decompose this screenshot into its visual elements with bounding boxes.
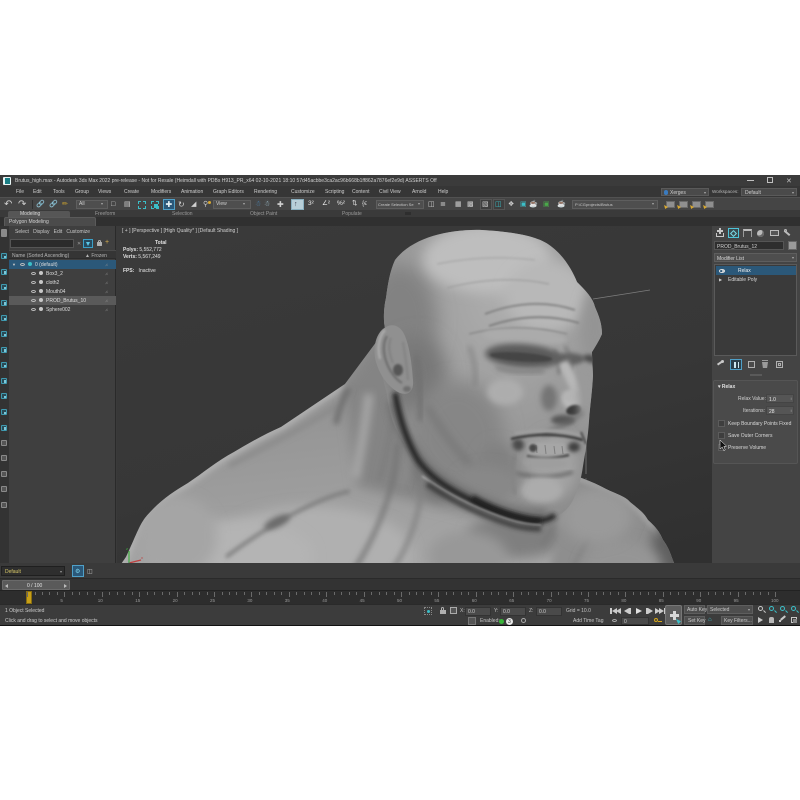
svg-text:x: x	[141, 555, 143, 560]
svg-text:z: z	[126, 546, 128, 551]
